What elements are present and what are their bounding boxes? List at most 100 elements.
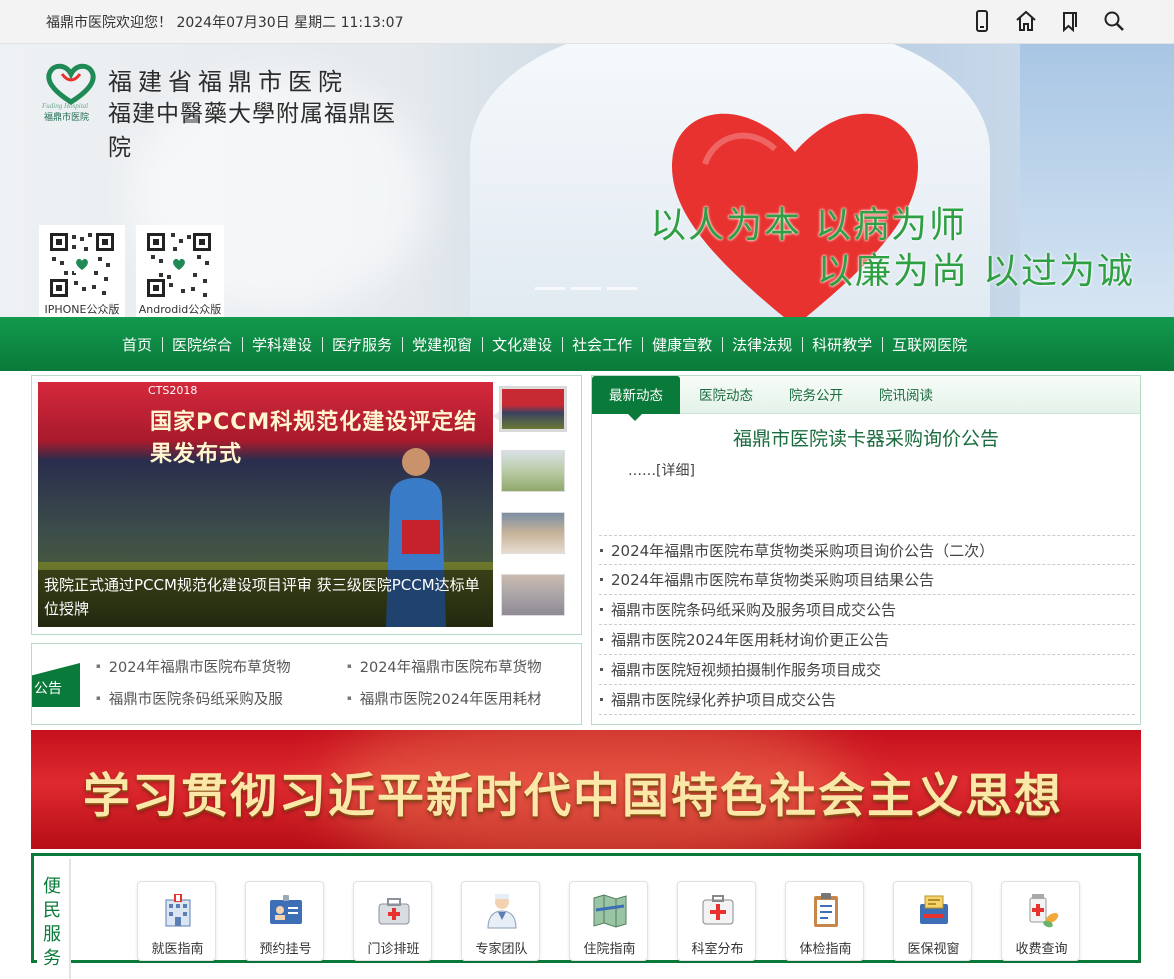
nav-item-medical-services[interactable]: 医疗服务 [322, 334, 402, 355]
id-card-icon [270, 895, 302, 924]
announcement-item[interactable]: 2024年福鼎市医院布草货物 [347, 656, 567, 677]
news-list-item[interactable]: 福鼎市医院2024年医用耗材询价更正公告 [599, 625, 1135, 655]
news-list-item[interactable]: 福鼎市医院条码纸采购及服务项目成交公告 [599, 595, 1135, 625]
nav-item-health-education[interactable]: 健康宣教 [642, 334, 722, 355]
service-label: 住院指南 [583, 942, 636, 957]
news-panel: 最新动态 医院动态 院务公开 院讯阅读 福鼎市医院读卡器采购询价公告 ……[详细… [591, 375, 1141, 725]
service-fees[interactable]: 收费查询 [1001, 881, 1080, 961]
tab-affairs[interactable]: 院务公开 [772, 376, 860, 414]
mobile-icon[interactable] [970, 9, 994, 33]
announcement-tag: 公告 [32, 663, 80, 707]
hospital-affiliation: 福建中醫藥大學附属福鼎医院 [108, 101, 396, 161]
insurance-icon [920, 895, 948, 924]
nav-item-party[interactable]: 党建视窗 [402, 334, 482, 355]
service-schedule[interactable]: 门诊排班 [353, 881, 432, 961]
qr-iphone[interactable]: IPHONE公众版 [39, 225, 125, 317]
nav-item-social-work[interactable]: 社会工作 [562, 334, 642, 355]
service-label: 预约挂号 [259, 942, 312, 957]
hero-banner[interactable]: Fuding Hospital 福鼎市医院 福建省福鼎市医院 福建中醫藥大學附属… [0, 44, 1174, 317]
nav-item-research[interactable]: 科研教学 [802, 334, 882, 355]
banner-dot[interactable] [607, 287, 637, 290]
search-icon[interactable] [1102, 9, 1126, 33]
slider-main-image[interactable]: CTS2018 国家PCCM科规范化建设评定结果发布式 我院正式通过PCCM规范… [38, 382, 493, 627]
slider-thumbnail[interactable] [499, 386, 567, 432]
slider-thumbnail[interactable] [501, 574, 565, 616]
first-aid-icon [702, 895, 734, 925]
service-appointment[interactable]: 预约挂号 [245, 881, 324, 961]
convenience-services: 便民服务 就医指南 预约挂号 门诊排班 专家团队 住院指南 科室分布 体检指南 … [31, 853, 1141, 979]
news-list-item[interactable]: 2024年福鼎市医院布草货物类采购项目结果公告 [599, 565, 1135, 595]
announcement-item[interactable]: 福鼎市医院2024年医用耗材 [347, 688, 567, 709]
main-nav: 首页 医院综合 学科建设 医疗服务 党建视窗 文化建设 社会工作 健康宣教 法律… [0, 317, 1174, 371]
medical-kit-icon [378, 898, 410, 925]
banner-dot[interactable] [571, 287, 601, 290]
logo-english-name: Fuding Hospital [42, 102, 89, 110]
home-icon[interactable] [1014, 9, 1038, 33]
nav-item-overview[interactable]: 医院综合 [162, 334, 242, 355]
service-label: 收费查询 [1015, 942, 1068, 957]
nav-item-home[interactable]: 首页 [112, 334, 162, 355]
qr-code-icon [145, 231, 213, 299]
medicine-icon [1029, 894, 1059, 928]
banner-pagination [535, 287, 637, 290]
slider-caption[interactable]: 我院正式通过PCCM规范化建设项目评审 获三级医院PCCM达标单位授牌 [38, 570, 493, 627]
welcome-datetime: 福鼎市医院欢迎您！ 2024年07月30日 星期二 11:13:07 [46, 15, 404, 31]
nav-item-disciplines[interactable]: 学科建设 [242, 334, 322, 355]
news-list-item[interactable]: 福鼎市医院绿化养护项目成交公告 [599, 685, 1135, 715]
announcement-box: 公告 2024年福鼎市医院布草货物 2024年福鼎市医院布草货物 福鼎市医院条码… [31, 643, 582, 725]
news-tabs: 最新动态 医院动态 院务公开 院讯阅读 [592, 376, 1140, 421]
nav-item-laws[interactable]: 法律法规 [722, 334, 802, 355]
slogan-2: 以病为师 [815, 205, 968, 246]
qr-label: IPHONE公众版 [44, 303, 120, 316]
service-insurance[interactable]: 医保视窗 [893, 881, 972, 961]
announcement-tag-label: 公告 [34, 681, 62, 697]
nav-item-internet-hospital[interactable]: 互联网医院 [882, 334, 977, 355]
thumb-pointer [493, 410, 501, 422]
tab-newsletter[interactable]: 院讯阅读 [860, 376, 952, 414]
qr-label: Androdid公众版 [138, 303, 222, 316]
announcement-item[interactable]: 2024年福鼎市医院布草货物 [96, 656, 347, 677]
service-guide[interactable]: 就医指南 [137, 881, 216, 961]
service-label: 就医指南 [151, 942, 204, 957]
slider-thumbnail[interactable] [501, 512, 565, 554]
service-label: 科室分布 [691, 942, 744, 957]
news-slider: CTS2018 国家PCCM科规范化建设评定结果发布式 我院正式通过PCCM规范… [31, 375, 582, 635]
services-grid: 就医指南 预约挂号 门诊排班 专家团队 住院指南 科室分布 体检指南 医保视窗 [137, 881, 1080, 961]
slogan-1: 以人为本 [650, 205, 803, 246]
banner-dot[interactable] [535, 287, 565, 290]
bookmark-icon[interactable] [1058, 9, 1082, 33]
tab-hospital-news[interactable]: 医院动态 [680, 376, 772, 414]
announcement-item[interactable]: 福鼎市医院条码纸采购及服 [96, 688, 347, 709]
doctor-icon [487, 894, 517, 929]
nav-item-culture[interactable]: 文化建设 [482, 334, 562, 355]
news-headline[interactable]: 福鼎市医院读卡器采购询价公告 [592, 424, 1140, 451]
logo-short-name: 福鼎市医院 [44, 113, 90, 123]
services-label: 便民服务 [37, 859, 71, 979]
slogan-4: 以过为诚 [983, 251, 1136, 292]
tab-pointer [628, 414, 642, 421]
slogan-3: 以廉为尚 [817, 251, 970, 292]
service-label: 医保视窗 [907, 942, 960, 957]
service-inpatient[interactable]: 住院指南 [569, 881, 648, 961]
top-bar: 福鼎市医院欢迎您！ 2024年07月30日 星期二 11:13:07 [0, 0, 1174, 44]
service-departments[interactable]: 科室分布 [677, 881, 756, 961]
tab-latest[interactable]: 最新动态 [592, 376, 680, 414]
hospital-logo[interactable]: Fuding Hospital 福鼎市医院 福建省福鼎市医院 福建中醫藥大學附属… [42, 62, 402, 161]
slide-event-logo: CTS2018 [148, 384, 198, 397]
service-label: 门诊排班 [367, 942, 420, 957]
map-icon [593, 894, 627, 928]
news-list-item[interactable]: 福鼎市医院短视频拍摄制作服务项目成交 [599, 655, 1135, 685]
qr-android[interactable]: Androdid公众版 [136, 225, 224, 317]
hospital-building-icon [165, 894, 191, 927]
service-label: 体检指南 [799, 942, 852, 957]
slider-thumbnail[interactable] [501, 450, 565, 492]
ideology-banner[interactable]: 学习贯彻习近平新时代中国特色社会主义思想 [31, 730, 1141, 849]
service-experts[interactable]: 专家团队 [461, 881, 540, 961]
ideology-banner-text: 学习贯彻习近平新时代中国特色社会主义思想 [83, 769, 1063, 824]
service-checkup[interactable]: 体检指南 [785, 881, 864, 961]
news-list-item[interactable]: 2024年福鼎市医院布草货物类采购项目询价公告（二次） [599, 535, 1135, 565]
top-tools [970, 9, 1126, 33]
news-detail-link[interactable]: ……[详细] [628, 460, 695, 480]
qr-code-icon [48, 231, 116, 299]
announcement-list: 2024年福鼎市医院布草货物 2024年福鼎市医院布草货物 福鼎市医院条码纸采购… [96, 656, 576, 709]
